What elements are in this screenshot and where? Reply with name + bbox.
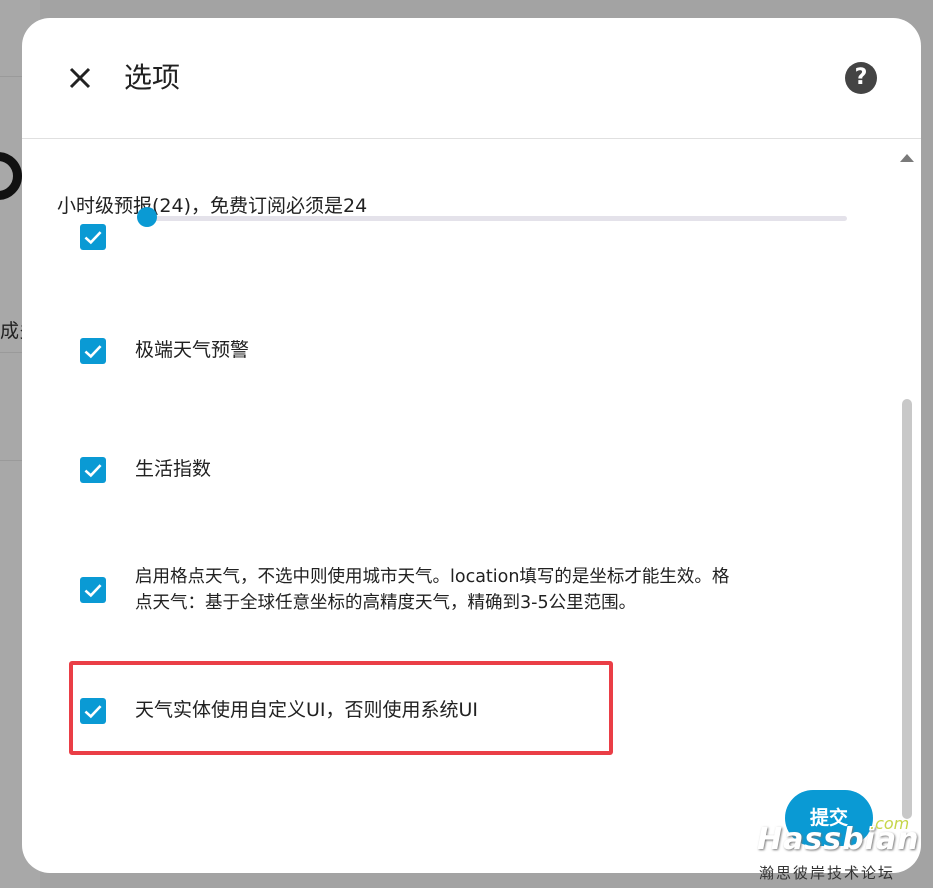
custom-ui-checkbox[interactable] [80,698,106,724]
grid-weather-label-line2: 点天气：基于全球任意坐标的高精度天气，精确到3-5公里范围。 [135,593,637,613]
hourly-forecast-label: 小时级预报(24)，免费订阅必须是24 [57,195,368,217]
background-logo [0,152,22,200]
dialog-header: 选项 ? [22,18,921,139]
option-checkbox-0[interactable] [80,224,106,250]
check-icon [84,345,102,359]
dialog-title: 选项 [124,61,181,94]
watermark-domain: .com [870,814,910,833]
extreme-weather-label: 极端天气预警 [135,339,250,361]
check-icon [84,464,102,478]
extreme-weather-checkbox[interactable] [80,338,106,364]
check-icon [84,584,102,598]
options-dialog: 选项 ? 小时级预报(24)，免费订阅必须是24 极端天气预警 生活指数 启用格… [22,18,921,873]
grid-weather-label-line1: 启用格点天气，不选中则使用城市天气。location填写的是坐标才能生效。格 [135,567,730,587]
check-icon [84,705,102,719]
hourly-forecast-slider-thumb[interactable] [137,207,157,227]
close-icon[interactable] [62,60,98,96]
grid-weather-checkbox[interactable] [80,577,106,603]
help-icon[interactable]: ? [845,62,877,94]
life-index-label: 生活指数 [135,458,212,480]
watermark: Hassbian .com 瀚思彼岸技术论坛 [757,812,927,884]
watermark-subtitle: 瀚思彼岸技术论坛 [759,864,896,882]
hourly-forecast-slider-track[interactable] [147,216,847,221]
dialog-content: 小时级预报(24)，免费订阅必须是24 极端天气预警 生活指数 启用格点天气，不… [22,139,921,873]
scrollbar[interactable] [899,149,915,873]
check-icon [84,231,102,245]
custom-ui-label: 天气实体使用自定义UI，否则使用系统UI [135,699,479,721]
scroll-thumb[interactable] [902,399,912,819]
scroll-up-arrow-icon[interactable] [900,154,914,162]
life-index-checkbox[interactable] [80,457,106,483]
